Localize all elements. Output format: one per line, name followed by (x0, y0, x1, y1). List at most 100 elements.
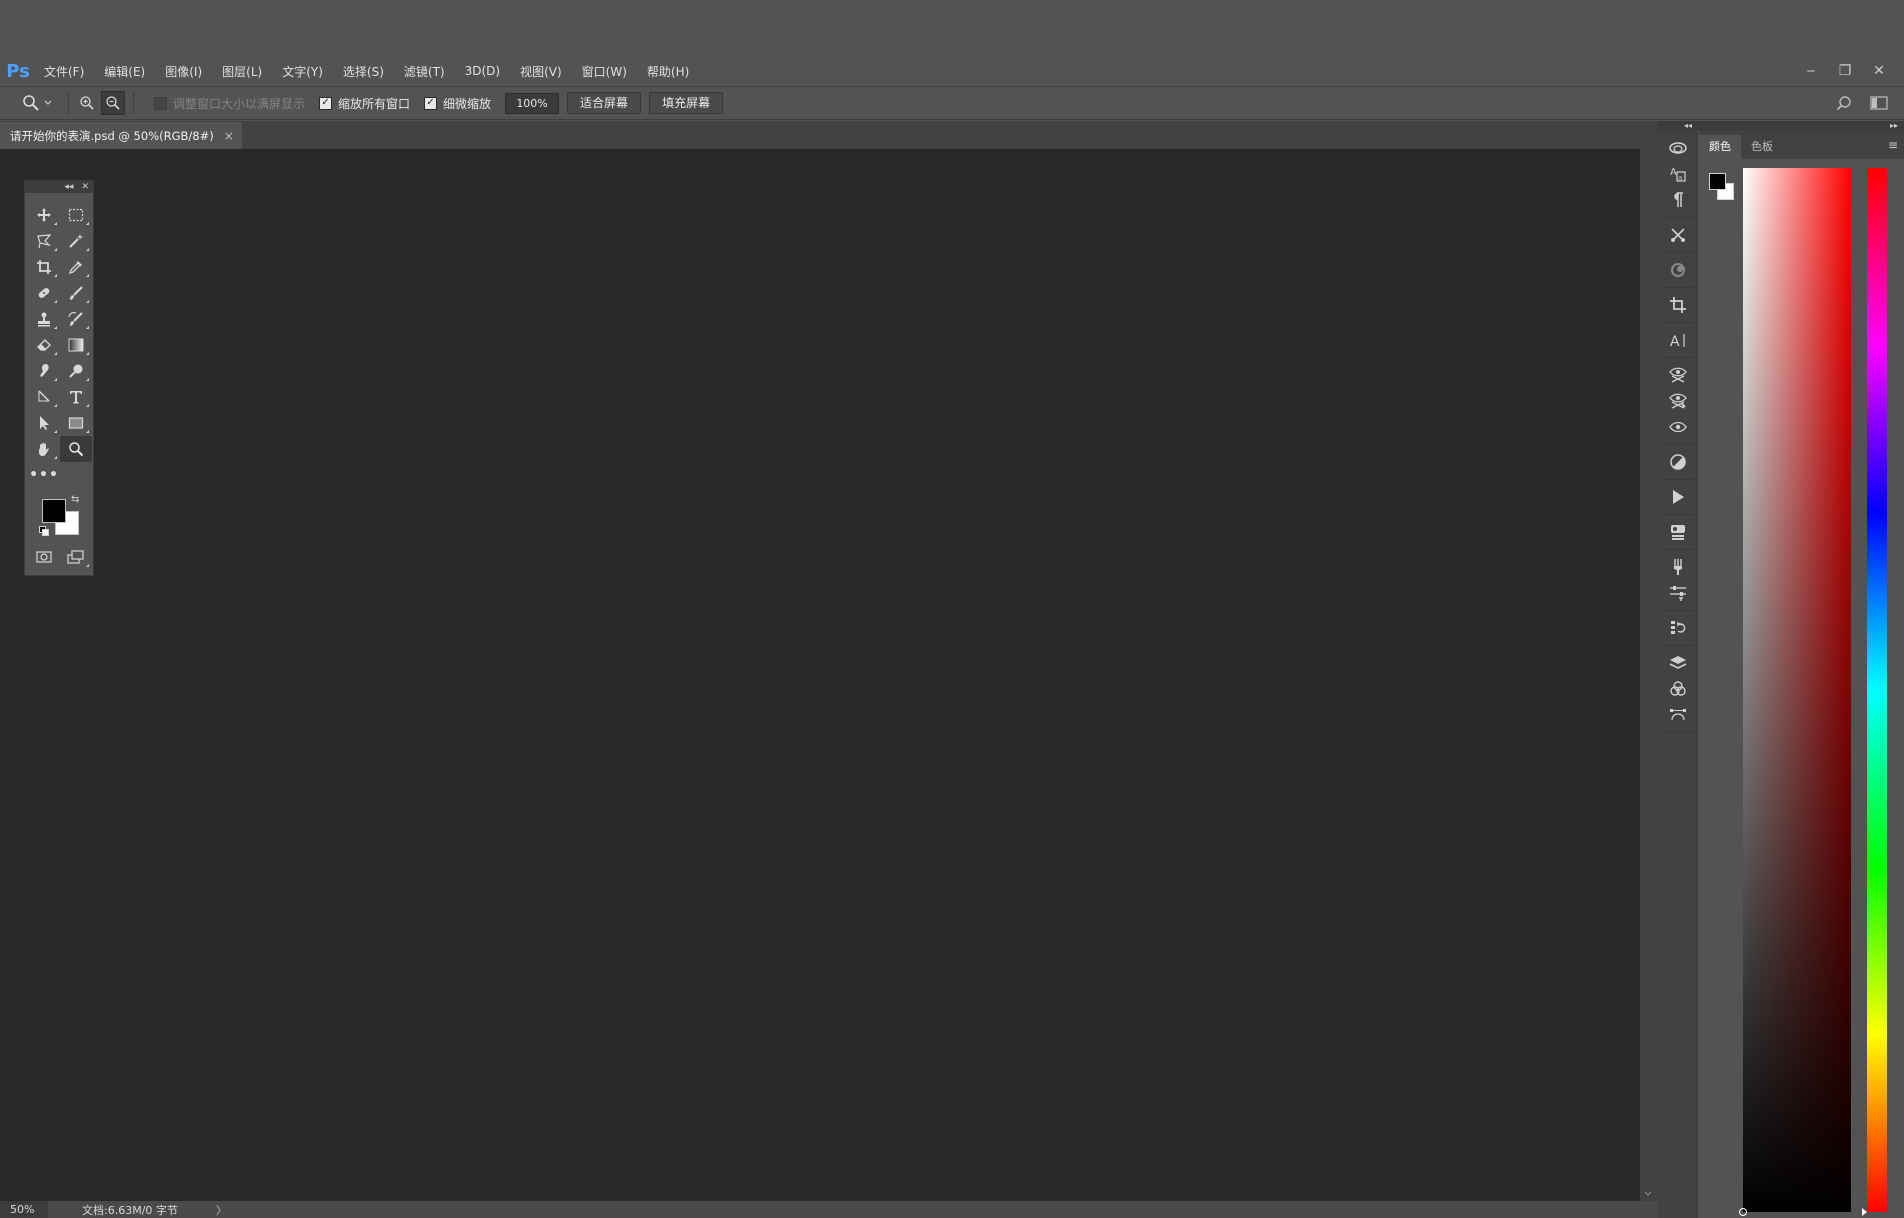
crop-icon[interactable] (1662, 292, 1694, 318)
menu-file[interactable]: 文件(F) (34, 63, 94, 80)
move-tool[interactable] (28, 202, 60, 228)
menu-filter[interactable]: 滤镜(T) (394, 63, 455, 80)
tab-swatches[interactable]: 色板 (1741, 135, 1783, 159)
close-icon[interactable]: ✕ (81, 182, 89, 192)
scroll-down-icon[interactable] (1644, 1191, 1652, 1197)
rectangle-tool[interactable] (60, 410, 92, 436)
scrubby-zoom-option[interactable]: ✓ 细微缩放 (424, 95, 491, 112)
menu-3d[interactable]: 3D(D) (455, 64, 510, 78)
menu-help[interactable]: 帮助(H) (637, 63, 699, 80)
adjustments-icon[interactable] (1662, 449, 1694, 475)
menu-window[interactable]: 窗口(W) (572, 63, 637, 80)
pen-tool[interactable] (28, 384, 60, 410)
close-tab-icon[interactable]: × (224, 129, 234, 143)
actions-icon[interactable] (1662, 484, 1694, 510)
tab-color[interactable]: 颜色 (1699, 135, 1741, 159)
resize-windows-checkbox (154, 96, 167, 110)
zoom-percent-field[interactable]: 100% (505, 92, 560, 114)
clone-stamp-tool[interactable] (28, 306, 60, 332)
vertical-scrollbar[interactable] (1640, 149, 1658, 1201)
canvas-area[interactable] (0, 149, 1640, 1201)
eye-icon[interactable] (1662, 414, 1694, 440)
zoom-all-windows-option[interactable]: ✓ 缩放所有窗口 (319, 95, 410, 112)
zoom-in-button[interactable] (75, 91, 99, 115)
layers-icon[interactable] (1662, 650, 1694, 676)
character-style-icon[interactable]: Aa (1662, 161, 1694, 187)
zoom-all-windows-checkbox[interactable]: ✓ (319, 96, 333, 110)
marquee-tool[interactable] (60, 202, 92, 228)
default-colors-icon[interactable] (39, 526, 49, 536)
history-icon[interactable] (1662, 615, 1694, 641)
panel-group (1662, 358, 1694, 445)
properties-icon[interactable] (1662, 519, 1694, 545)
clone-source-icon[interactable] (1662, 257, 1694, 283)
hand-tool[interactable] (28, 436, 60, 462)
smudge-tool[interactable] (28, 358, 60, 384)
toolbox-header[interactable]: ◂◂ ✕ (25, 181, 93, 193)
close-window-button[interactable]: ✕ (1868, 61, 1890, 81)
menu-select[interactable]: 选择(S) (333, 63, 394, 80)
zoom-in-icon (79, 95, 95, 111)
panel-group (1662, 218, 1694, 253)
brush-tool[interactable] (60, 280, 92, 306)
status-menu-arrow[interactable]: 〉 (216, 1202, 227, 1218)
zoom-out-button[interactable] (101, 91, 125, 115)
type-tool[interactable] (60, 384, 92, 410)
scrubby-zoom-checkbox[interactable]: ✓ (424, 96, 438, 110)
expand-dock-icon[interactable]: ▸▸ (1890, 121, 1898, 130)
swap-colors-icon[interactable]: ⇆ (71, 494, 79, 505)
menu-edit[interactable]: 编辑(E) (94, 63, 155, 80)
liquify-icon[interactable] (1662, 388, 1694, 414)
status-zoom-field[interactable]: 50% (0, 1201, 48, 1218)
channels-icon[interactable] (1662, 676, 1694, 702)
panel-foreground-swatch[interactable] (1709, 173, 1726, 190)
zoom-tool[interactable] (60, 436, 92, 462)
menu-view[interactable]: 视图(V) (510, 63, 572, 80)
panel-group (1662, 550, 1694, 611)
sliders-icon[interactable] (1662, 580, 1694, 606)
screen-mode-button[interactable] (60, 544, 92, 570)
tool-preset-picker[interactable] (12, 90, 62, 116)
gradient-tool[interactable] (60, 332, 92, 358)
panel-menu-icon[interactable]: ≡ (1888, 138, 1904, 152)
collapse-dock-icon[interactable]: ◂◂ (1684, 121, 1692, 130)
hue-slider-handle[interactable] (1862, 1208, 1867, 1216)
document-tab[interactable]: 请开始你的表演.psd @ 50%(RGB/8#) × (0, 122, 242, 149)
foreground-color-swatch[interactable] (42, 499, 66, 523)
character-icon[interactable]: A (1662, 327, 1694, 353)
dodge-tool[interactable] (60, 358, 92, 384)
puppet-warp-icon[interactable] (1662, 362, 1694, 388)
workspace-icon[interactable] (1870, 96, 1888, 110)
paths-icon[interactable] (1662, 702, 1694, 728)
menu-type[interactable]: 文字(Y) (272, 63, 333, 80)
crop-tool[interactable] (28, 254, 60, 280)
search-icon[interactable] (1836, 95, 1852, 111)
fill-screen-button[interactable]: 填充屏幕 (649, 92, 724, 114)
fit-screen-button[interactable]: 适合屏幕 (567, 92, 642, 114)
eyedropper-tool[interactable] (60, 254, 92, 280)
hue-slider[interactable] (1862, 168, 1887, 1216)
color-picker-field[interactable] (1739, 168, 1851, 1216)
quick-mask-button[interactable] (28, 544, 60, 570)
tool-presets-icon[interactable] (1662, 222, 1694, 248)
lasso-tool[interactable] (28, 228, 60, 254)
color-picker-marker[interactable] (1739, 1208, 1747, 1216)
libraries-icon[interactable] (1662, 135, 1694, 161)
menu-layer[interactable]: 图层(L) (212, 63, 272, 80)
path-selection-tool[interactable] (28, 410, 60, 436)
restore-button[interactable]: ❐ (1834, 61, 1856, 81)
menu-image[interactable]: 图像(I) (155, 63, 212, 80)
healing-brush-tool[interactable] (28, 280, 60, 306)
eraser-tool[interactable] (28, 332, 60, 358)
panel-icon-column: Aa A (1658, 131, 1698, 1218)
document-tabs: 请开始你的表演.psd @ 50%(RGB/8#) × (0, 121, 1658, 149)
color-panel-tabs: 颜色 色板 ≡ (1699, 131, 1904, 159)
paragraph-icon[interactable] (1662, 187, 1694, 213)
magic-wand-tool[interactable] (60, 228, 92, 254)
brush-settings-icon[interactable] (1662, 554, 1694, 580)
collapse-icon[interactable]: ◂◂ (64, 182, 73, 192)
minimize-button[interactable]: ‒ (1800, 61, 1822, 81)
resize-windows-label: 调整窗口大小以满屏显示 (173, 96, 306, 111)
edit-toolbar-button[interactable]: ••• (28, 462, 60, 488)
history-brush-tool[interactable] (60, 306, 92, 332)
